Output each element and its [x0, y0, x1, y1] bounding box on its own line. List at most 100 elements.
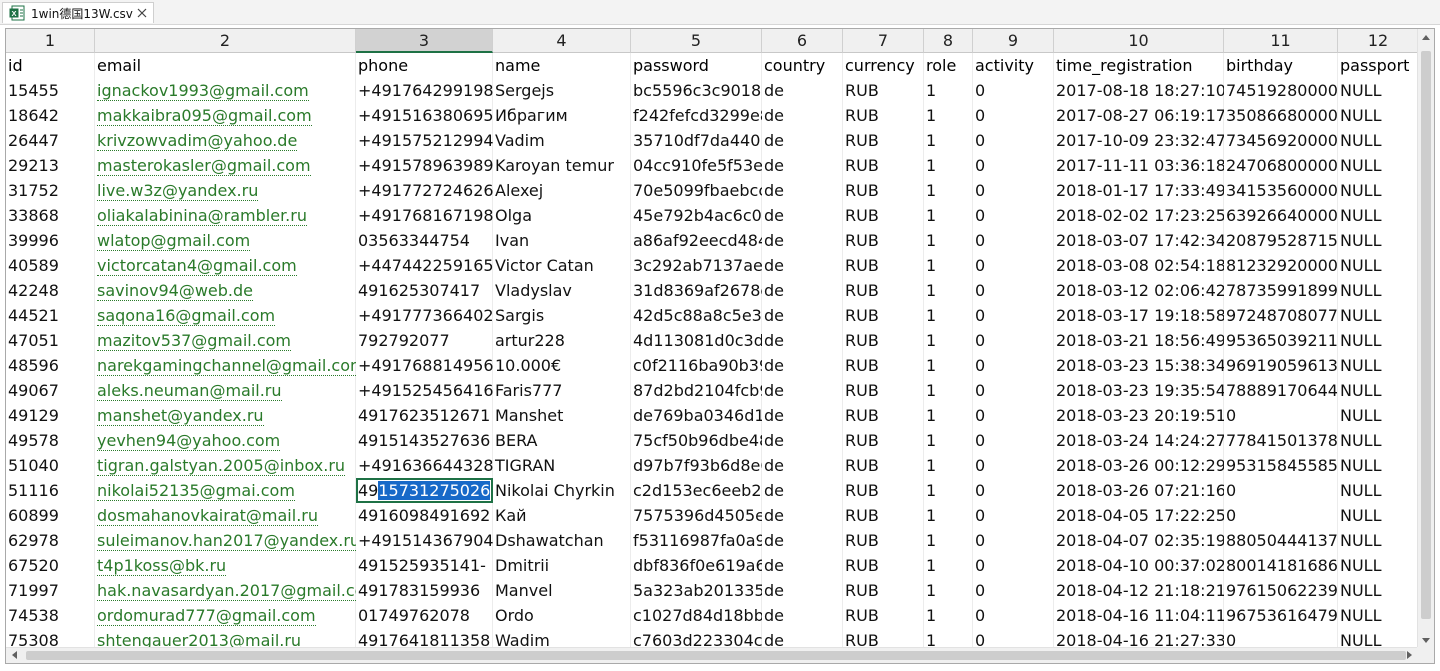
table-cell[interactable]: 7575396d4505e9: [631, 503, 762, 528]
table-cell[interactable]: de: [762, 103, 843, 128]
table-cell[interactable]: +4917688149565: [356, 353, 493, 378]
table-cell[interactable]: 0: [973, 628, 1054, 649]
table-cell[interactable]: NULL: [1338, 428, 1418, 453]
table-cell[interactable]: 787359918995: [1224, 278, 1338, 303]
table-cell[interactable]: 0: [973, 428, 1054, 453]
column-header-12[interactable]: 12: [1338, 29, 1418, 53]
table-cell[interactable]: BERA: [493, 428, 631, 453]
table-cell[interactable]: 1: [924, 553, 973, 578]
table-cell[interactable]: +4915163806955: [356, 103, 493, 128]
vertical-scrollbar[interactable]: [1417, 29, 1434, 649]
table-cell[interactable]: de: [762, 328, 843, 353]
table-cell[interactable]: 1: [924, 153, 973, 178]
email-link[interactable]: narekgamingchannel@gmail.com: [97, 356, 356, 376]
scroll-left-icon[interactable]: [12, 651, 17, 659]
table-cell[interactable]: 42d5c88a8c5e3e: [631, 303, 762, 328]
header-cell-currency[interactable]: currency: [843, 53, 924, 78]
column-header-9[interactable]: 9: [973, 29, 1054, 53]
table-cell[interactable]: 880504441376: [1224, 528, 1338, 553]
table-cell[interactable]: 2017-08-27 06:19:17: [1054, 103, 1224, 128]
table-cell[interactable]: 2018-03-23 19:35:54: [1054, 378, 1224, 403]
table-cell[interactable]: 953158455853: [1224, 453, 1338, 478]
table-cell[interactable]: RUB: [843, 78, 924, 103]
table-cell[interactable]: 49578: [6, 428, 95, 453]
data-grid[interactable]: 1 2 3 4 5 6 7 8 9 10 11 12 id email phone name password c…: [6, 29, 1418, 649]
table-cell[interactable]: 0: [973, 403, 1054, 428]
table-cell[interactable]: RUB: [843, 628, 924, 649]
table-cell[interactable]: 812329200000: [1224, 253, 1338, 278]
table-cell[interactable]: de: [762, 628, 843, 649]
table-cell[interactable]: NULL: [1338, 503, 1418, 528]
header-cell-birthday[interactable]: birthday: [1224, 53, 1338, 78]
table-cell[interactable]: NULL: [1338, 178, 1418, 203]
table-cell[interactable]: 31d8369af2678e: [631, 278, 762, 303]
table-cell[interactable]: RUB: [843, 528, 924, 553]
table-cell[interactable]: RUB: [843, 278, 924, 303]
table-cell[interactable]: 0: [973, 303, 1054, 328]
table-cell[interactable]: 208795287154: [1224, 228, 1338, 253]
table-cell[interactable]: Karoyan temur: [493, 153, 631, 178]
table-cell[interactable]: 04cc910fe5f53e1: [631, 153, 762, 178]
table-cell[interactable]: a86af92eecd484: [631, 228, 762, 253]
table-cell[interactable]: 2018-04-07 02:35:19: [1054, 528, 1224, 553]
table-cell[interactable]: 1: [924, 478, 973, 503]
table-cell[interactable]: 639266400000: [1224, 203, 1338, 228]
email-link[interactable]: dosmahanovkairat@mail.ru: [97, 506, 318, 526]
table-cell[interactable]: 2018-01-17 17:33:49: [1054, 178, 1224, 203]
table-cell[interactable]: Manshet: [493, 403, 631, 428]
table-cell[interactable]: 1: [924, 353, 973, 378]
email-link[interactable]: yevhen94@yahoo.com: [97, 431, 281, 451]
table-cell[interactable]: Victor Catan: [493, 253, 631, 278]
table-cell[interactable]: 1: [924, 603, 973, 628]
email-link[interactable]: makkaibra095@gmail.com: [97, 106, 312, 126]
column-header-7[interactable]: 7: [843, 29, 924, 53]
table-cell[interactable]: bc5596c3c90185: [631, 78, 762, 103]
table-cell[interactable]: NULL: [1338, 478, 1418, 503]
table-cell[interactable]: manshet@yandex.ru: [95, 403, 356, 428]
table-cell[interactable]: 2018-04-16 21:27:33: [1054, 628, 1224, 649]
table-cell[interactable]: 4917623512671: [356, 403, 493, 428]
table-cell[interactable]: Vadim: [493, 128, 631, 153]
table-cell[interactable]: Sergejs: [493, 78, 631, 103]
table-cell[interactable]: dosmahanovkairat@mail.ru: [95, 503, 356, 528]
table-cell[interactable]: RUB: [843, 303, 924, 328]
table-cell[interactable]: NULL: [1338, 528, 1418, 553]
table-cell[interactable]: de: [762, 603, 843, 628]
table-cell[interactable]: 778415013781: [1224, 428, 1338, 453]
header-cell-activity[interactable]: activity: [973, 53, 1054, 78]
table-cell[interactable]: +4917642991980: [356, 78, 493, 103]
table-cell[interactable]: NULL: [1338, 303, 1418, 328]
email-link[interactable]: saqona16@gmail.com: [97, 306, 276, 326]
table-cell[interactable]: 1: [924, 78, 973, 103]
table-cell[interactable]: Vladyslav: [493, 278, 631, 303]
table-cell[interactable]: 67520: [6, 553, 95, 578]
table-cell[interactable]: 1: [924, 403, 973, 428]
table-cell[interactable]: oliakalabinina@rambler.ru: [95, 203, 356, 228]
column-header-1[interactable]: 1: [6, 29, 95, 53]
table-cell[interactable]: c7603d223304c8: [631, 628, 762, 649]
scroll-down-icon[interactable]: [1422, 638, 1430, 643]
table-cell[interactable]: NULL: [1338, 278, 1418, 303]
email-link[interactable]: savinov94@web.de: [97, 281, 253, 301]
table-cell[interactable]: de: [762, 553, 843, 578]
table-cell[interactable]: 2018-03-21 18:56:49: [1054, 328, 1224, 353]
table-cell[interactable]: Olga: [493, 203, 631, 228]
table-cell[interactable]: mazitov537@gmail.com: [95, 328, 356, 353]
table-cell[interactable]: 1: [924, 178, 973, 203]
table-cell[interactable]: victorcatan4@gmail.com: [95, 253, 356, 278]
table-cell[interactable]: savinov94@web.de: [95, 278, 356, 303]
table-cell[interactable]: 51116: [6, 478, 95, 503]
table-cell[interactable]: 44521: [6, 303, 95, 328]
table-cell[interactable]: 4916098491692: [356, 503, 493, 528]
table-cell[interactable]: 24706800000: [1224, 153, 1338, 178]
table-cell[interactable]: de: [762, 503, 843, 528]
email-link[interactable]: wlatop@gmail.com: [97, 231, 251, 251]
table-cell[interactable]: 39996: [6, 228, 95, 253]
table-cell[interactable]: 1: [924, 503, 973, 528]
table-cell[interactable]: RUB: [843, 153, 924, 178]
table-cell[interactable]: 1: [924, 203, 973, 228]
table-cell[interactable]: Faris777: [493, 378, 631, 403]
table-cell[interactable]: narekgamingchannel@gmail.com: [95, 353, 356, 378]
table-cell[interactable]: NULL: [1338, 378, 1418, 403]
table-cell[interactable]: 31752: [6, 178, 95, 203]
